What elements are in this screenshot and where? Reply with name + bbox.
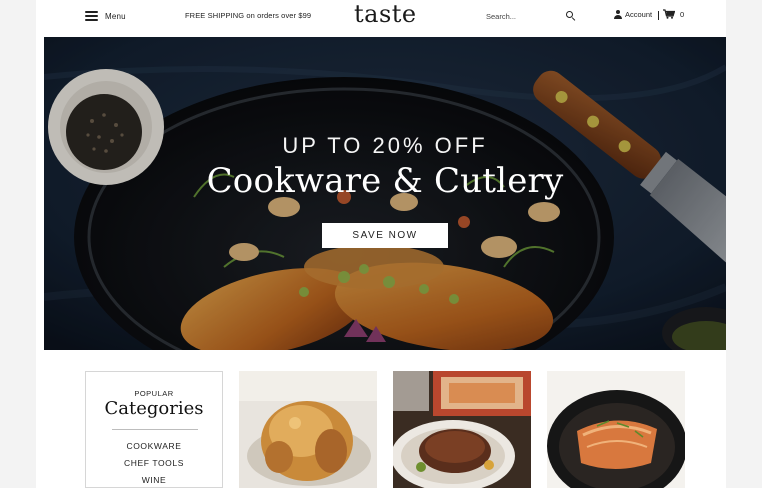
search-bar — [486, 7, 582, 25]
menu-label: Menu — [105, 11, 126, 21]
steak-dish-photo — [393, 371, 531, 488]
site-logo[interactable]: taste — [354, 0, 417, 28]
cart-count: 0 — [680, 9, 685, 19]
account-link[interactable]: Account — [614, 10, 652, 19]
menu-button[interactable]: Menu — [85, 8, 126, 24]
hero-kicker: UP TO 20% OFF — [282, 133, 488, 158]
category-link-chef-tools[interactable]: CHEF TOOLS — [86, 455, 222, 472]
category-link-wine[interactable]: WINE — [86, 472, 222, 488]
categories-divider — [112, 429, 198, 430]
categories-list: COOKWARE CHEF TOOLS WINE — [86, 438, 222, 488]
hero-title: Cookware & Cutlery — [206, 161, 564, 201]
hero-banner[interactable]: UP TO 20% OFF Cookware & Cutlery SAVE NO… — [44, 37, 726, 350]
cart-link[interactable]: 0 — [663, 9, 684, 19]
save-now-button[interactable]: SAVE NOW — [322, 223, 448, 248]
page: Menu FREE SHIPPING on orders over $99 ta… — [0, 0, 762, 488]
search-input[interactable] — [486, 11, 566, 21]
product-tile-steak[interactable] — [393, 371, 531, 488]
search-icon[interactable] — [566, 11, 576, 21]
header-divider — [658, 11, 659, 20]
hamburger-icon — [85, 11, 98, 21]
user-icon — [614, 10, 622, 19]
cart-icon — [663, 9, 675, 19]
free-shipping-promo: FREE SHIPPING on orders over $99 — [185, 11, 312, 20]
product-tile-roast-chicken[interactable] — [239, 371, 377, 488]
account-label: Account — [625, 10, 653, 19]
site-header: Menu FREE SHIPPING on orders over $99 ta… — [36, 0, 726, 37]
salmon-skillet-photo — [547, 371, 685, 488]
categories-card: POPULAR Categories COOKWARE CHEF TOOLS W… — [85, 371, 223, 488]
categories-title: Categories — [104, 398, 204, 419]
roast-chicken-photo — [239, 371, 377, 488]
categories-kicker: POPULAR — [134, 389, 174, 398]
product-tile-salmon[interactable] — [547, 371, 685, 488]
store-page: Menu FREE SHIPPING on orders over $99 ta… — [36, 0, 726, 488]
category-link-cookware[interactable]: COOKWARE — [86, 438, 222, 455]
